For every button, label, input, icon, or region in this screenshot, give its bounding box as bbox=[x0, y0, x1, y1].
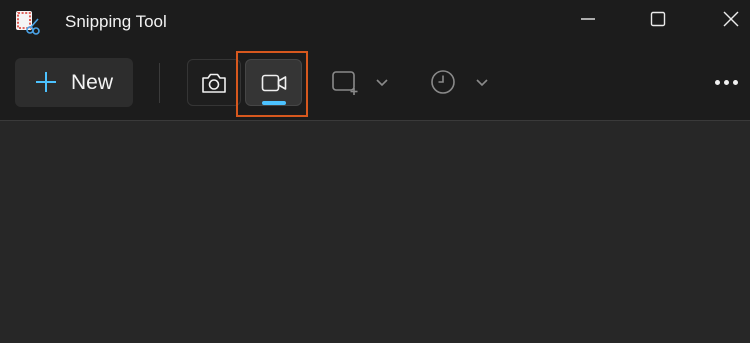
chevron-down-icon bbox=[376, 79, 388, 87]
window-title: Snipping Tool bbox=[65, 12, 167, 31]
new-snip-button[interactable]: New bbox=[15, 58, 133, 107]
title-bar: Snipping Tool bbox=[0, 0, 750, 42]
maximize-button[interactable] bbox=[634, 0, 682, 38]
minimize-icon bbox=[581, 18, 595, 20]
chevron-down-icon bbox=[476, 79, 488, 87]
snipping-tool-window: Snipping Tool New bbox=[0, 0, 750, 343]
toolbar-divider bbox=[159, 63, 160, 103]
snip-shape-dropdown[interactable] bbox=[330, 62, 394, 102]
clock-icon bbox=[431, 70, 455, 94]
more-options-icon bbox=[713, 79, 740, 85]
close-button[interactable] bbox=[707, 0, 750, 38]
rectangle-snip-icon bbox=[332, 71, 358, 95]
highlight-annotation-box bbox=[236, 51, 308, 117]
screenshot-mode-button[interactable] bbox=[187, 59, 241, 106]
camera-icon bbox=[202, 73, 226, 93]
delay-dropdown[interactable] bbox=[428, 62, 494, 102]
capture-preview-area bbox=[0, 121, 750, 343]
maximize-icon bbox=[650, 11, 666, 27]
plus-icon bbox=[36, 72, 56, 92]
new-button-label: New bbox=[71, 71, 114, 94]
close-icon bbox=[723, 11, 739, 27]
more-options-button[interactable] bbox=[708, 68, 744, 96]
snipping-tool-icon bbox=[16, 11, 40, 35]
minimize-button[interactable] bbox=[564, 0, 612, 38]
